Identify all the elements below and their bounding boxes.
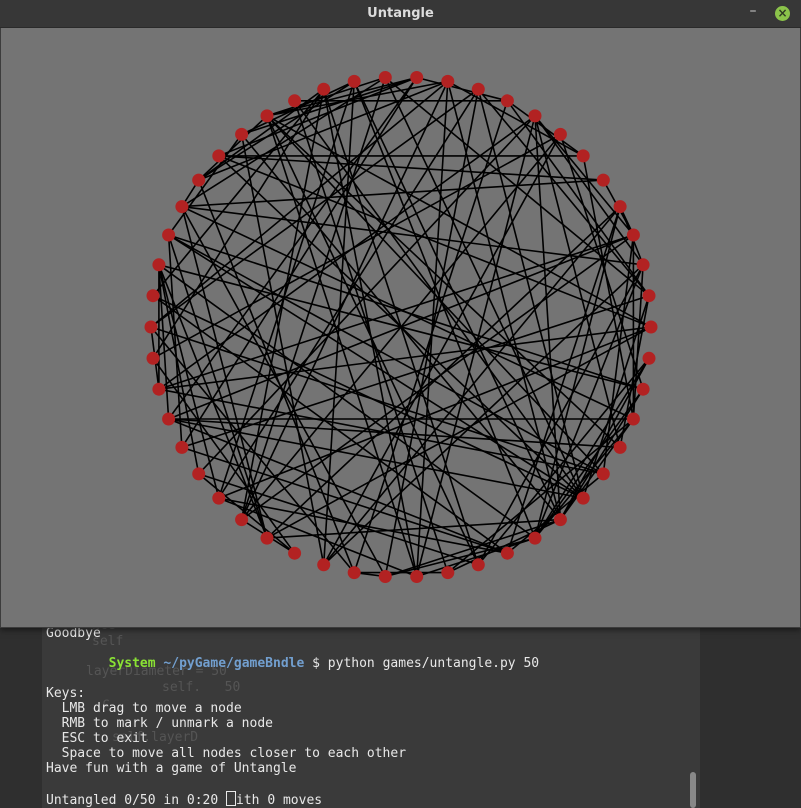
graph-edge [323,264,644,566]
graph-node[interactable] [613,200,627,214]
graph-node[interactable] [410,570,424,583]
graph-node[interactable] [288,94,302,108]
graph-node[interactable] [175,440,189,454]
terminal-status-line: Untangled 0/50 in 0:20 ith 0 moves [46,791,539,808]
graph-node[interactable] [642,351,656,365]
graph-node[interactable] [528,531,542,545]
graph-node[interactable] [410,71,424,84]
graph-edge [477,88,650,297]
graph-edge [293,100,449,573]
graph-node[interactable] [644,320,658,334]
terminal-line: Keys: [46,686,86,701]
graph-node[interactable] [317,82,331,96]
graph-edge [534,115,644,266]
untangle-window: Untangle – × [0,0,801,628]
terminal-output: Goodbye System ~/pyGame/gameBndle $ pyth… [46,626,540,808]
graph-edge [152,357,296,554]
graph-node[interactable] [636,258,650,272]
graph-node[interactable] [553,127,567,141]
graph-node[interactable] [144,320,158,334]
terminal-line: LMB drag to move a node [46,701,242,716]
graph-node[interactable] [146,351,160,365]
minimize-button[interactable]: – [745,4,761,21]
graph-node[interactable] [596,173,610,187]
graph-node[interactable] [378,71,392,84]
graph-node[interactable] [441,566,455,580]
graph-node[interactable] [576,149,590,163]
graph-node[interactable] [642,289,656,303]
graph-node[interactable] [212,491,226,505]
terminal-line: ESC to exit [46,731,148,746]
graph-node[interactable] [152,258,166,272]
graph-node[interactable] [162,228,176,242]
graph-node[interactable] [636,382,650,396]
terminal-line: Space to move all nodes closer to each o… [46,746,407,761]
graph-node[interactable] [288,546,302,560]
graph-node[interactable] [441,74,455,88]
prompt-path: ~/pyGame/gameBndle [163,656,305,671]
prompt-user: System [108,656,156,671]
status-prefix: Untangled 0/50 in 0:20 [46,793,227,808]
terminal-line: RMB to mark / unmark a node [46,716,273,731]
graph-node[interactable] [471,558,485,572]
graph-node[interactable] [260,531,274,545]
graph-node[interactable] [212,149,226,163]
graph-node[interactable] [235,127,249,141]
graph-node[interactable] [162,412,176,426]
graph-edge [218,81,355,499]
terminal-cursor [226,791,237,806]
graph-node[interactable] [576,491,590,505]
graph-node[interactable] [152,382,166,396]
graph-node[interactable] [347,566,361,580]
graph-node[interactable] [192,467,206,481]
graph-edge [506,100,650,297]
graph-node[interactable] [146,289,160,303]
terminal-prompt-line: System ~/pyGame/gameBndle $ python games… [108,656,540,671]
status-suffix: ith 0 moves [236,793,323,808]
terminal-line-goodbye: Goodbye [46,626,101,641]
titlebar[interactable]: Untangle – × [0,0,801,28]
edges-group [150,76,652,578]
terminal-line: Have fun with a game of Untangle [46,761,297,776]
graph-node[interactable] [626,412,640,426]
prompt-command: python games/untangle.py 50 [327,656,540,671]
close-button[interactable]: × [775,6,790,21]
graph-node[interactable] [175,200,189,214]
graph-node[interactable] [471,82,485,96]
graph-node[interactable] [500,94,514,108]
graph-node[interactable] [528,109,542,123]
graph-node[interactable] [378,570,392,583]
terminal-window[interactable]: Untangled 0/50 in 0:18 with 0 movesncese… [0,600,801,808]
graph-node[interactable] [613,440,627,454]
graph-node[interactable] [626,228,640,242]
graph-node[interactable] [260,109,274,123]
window-title: Untangle [367,6,434,21]
graph-node[interactable] [596,467,610,481]
graph-svg[interactable] [1,28,800,627]
terminal-content[interactable]: Untangled 0/50 in 0:18 with 0 movesncese… [42,600,700,808]
graph-node[interactable] [317,558,331,572]
graph-node[interactable] [500,546,514,560]
graph-node[interactable] [192,173,206,187]
graph-node[interactable] [553,513,567,527]
terminal-scrollbar[interactable] [690,772,696,808]
game-canvas[interactable] [1,28,800,627]
graph-node[interactable] [235,513,249,527]
graph-node[interactable] [347,74,361,88]
graph-edge [181,294,650,449]
